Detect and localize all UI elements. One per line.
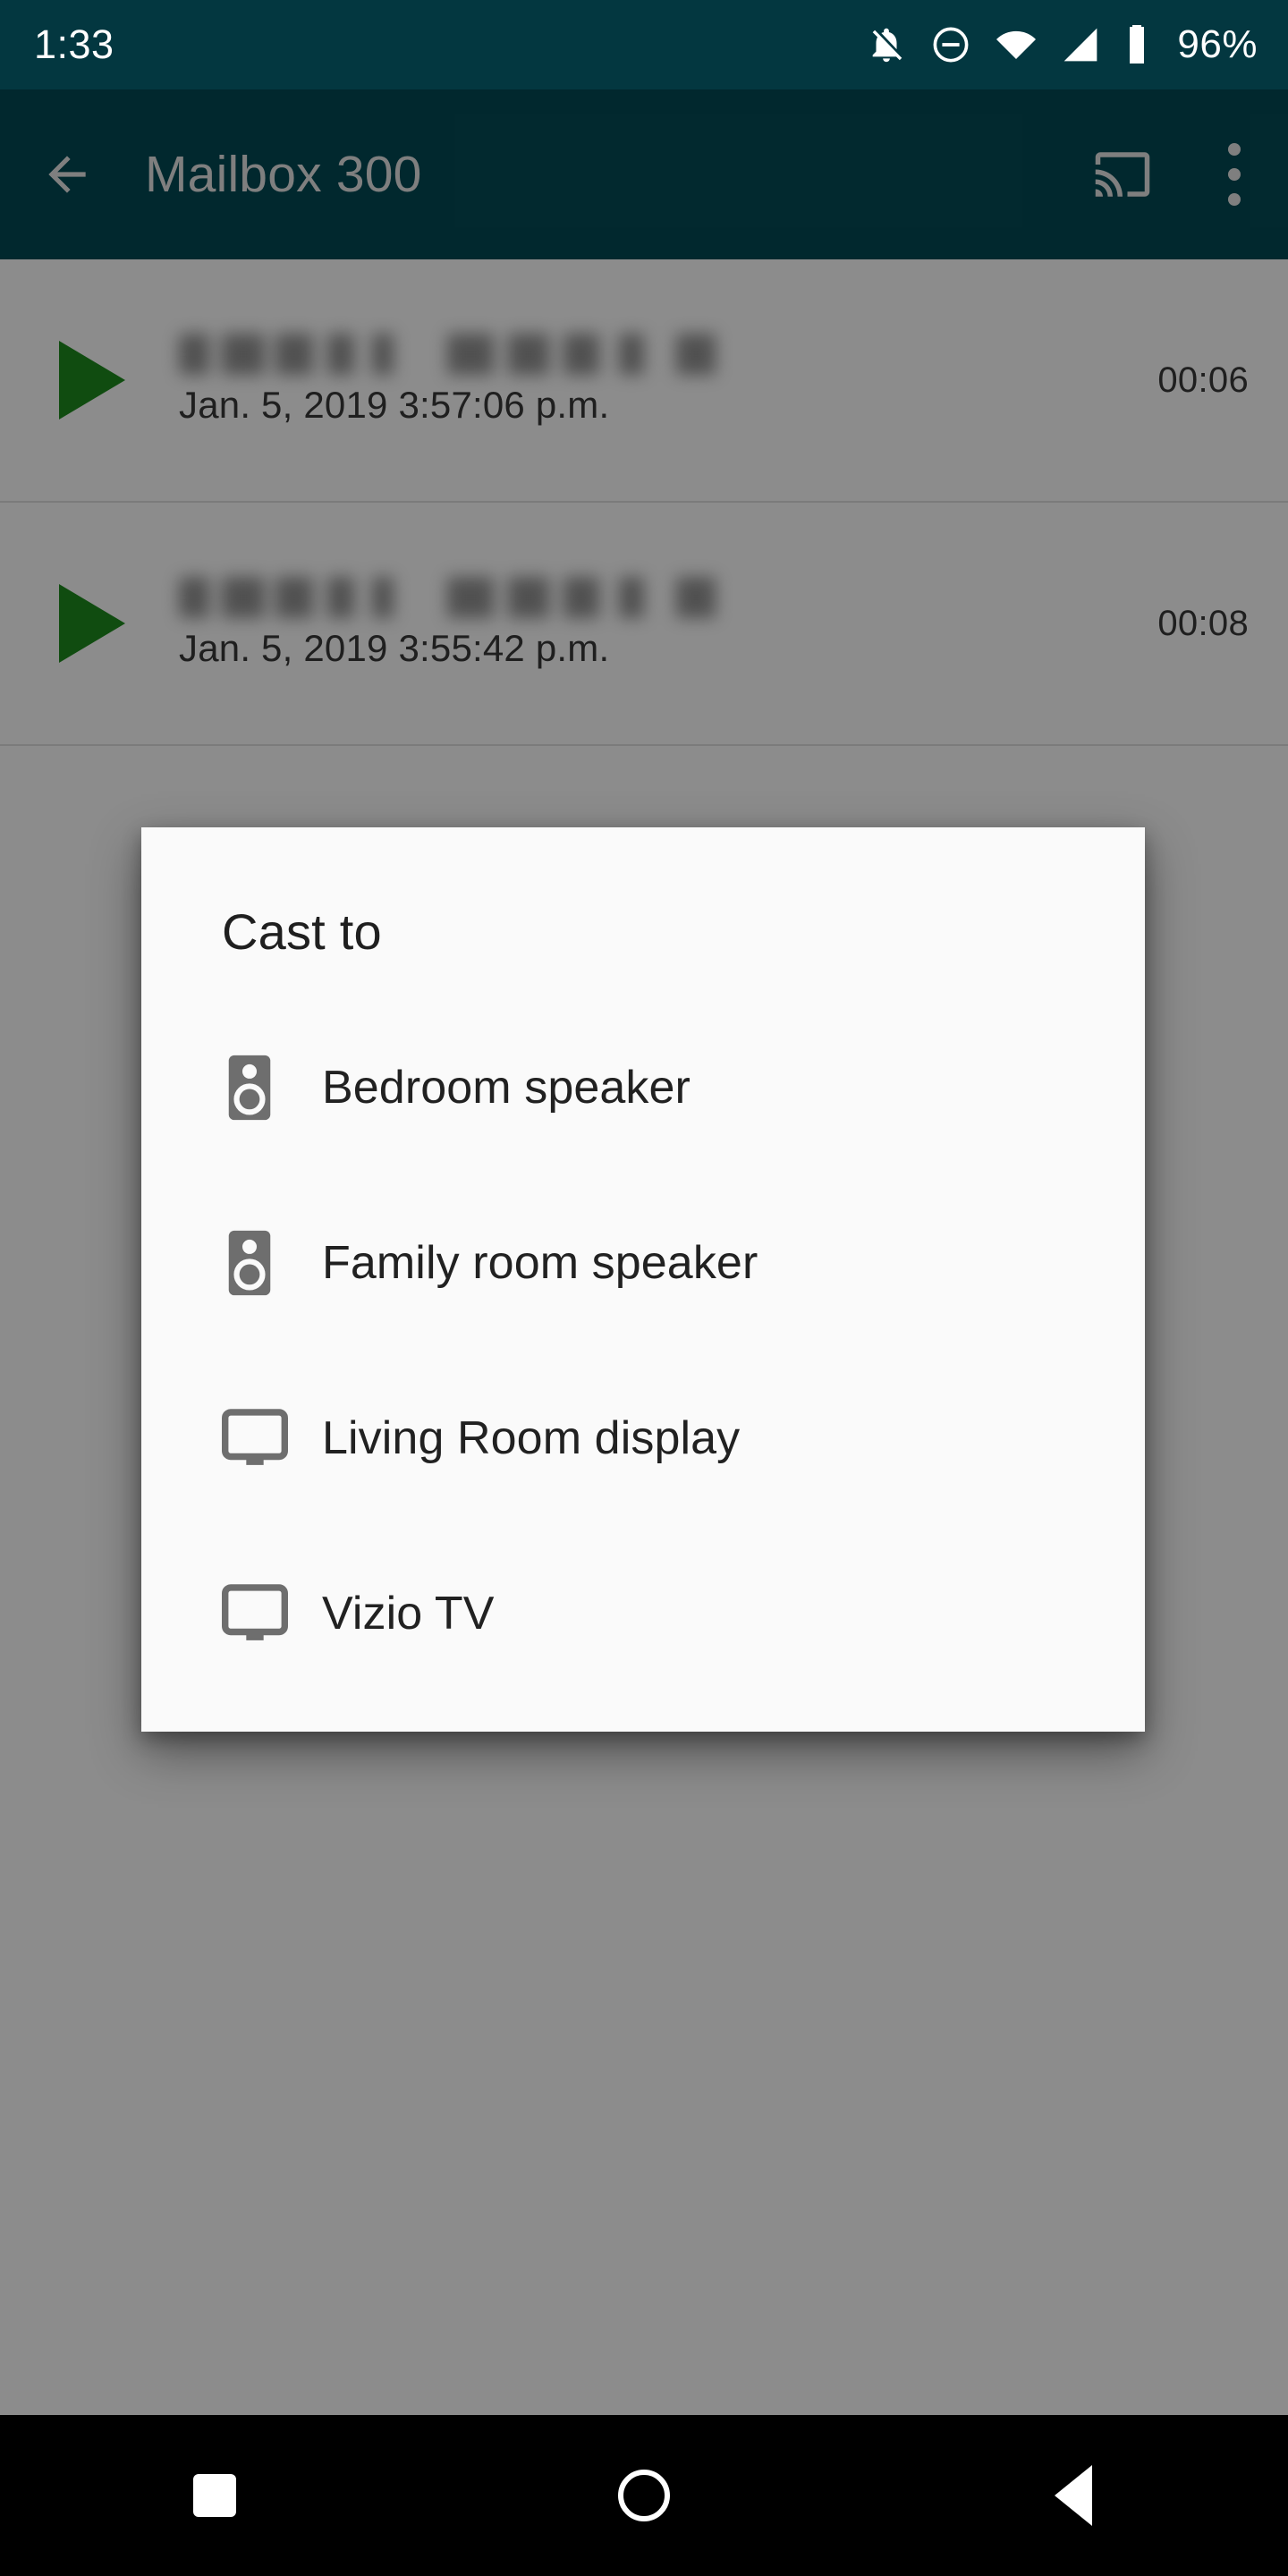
speaker-icon <box>222 1228 322 1298</box>
back-nav-button[interactable] <box>957 2415 1190 2576</box>
notifications-off-icon <box>866 24 907 65</box>
battery-icon <box>1123 23 1150 66</box>
status-bar: 1:33 96% <box>0 0 1288 89</box>
cast-device-list: Bedroom speaker Family room speaker Livi… <box>141 1000 1145 1701</box>
status-icons: 96% <box>866 22 1258 67</box>
list-item[interactable]: Bedroom speaker <box>141 1000 1145 1175</box>
phone-screen: Jan. 5, 2019 3:57:06 p.m. 00:06 Jan. 5, … <box>0 0 1288 2576</box>
square-recents-icon <box>193 2474 236 2517</box>
dialog-title: Cast to <box>222 903 382 960</box>
display-icon <box>222 1584 322 1643</box>
battery-percent-label: 96% <box>1177 22 1258 66</box>
list-item[interactable]: Vizio TV <box>141 1526 1145 1701</box>
triangle-back-icon <box>1055 2465 1092 2526</box>
circle-home-icon <box>618 2470 670 2521</box>
device-label: Bedroom speaker <box>322 1062 691 1114</box>
navigation-bar <box>0 2415 1288 2576</box>
cellular-signal-icon <box>1061 25 1100 64</box>
device-label: Living Room display <box>322 1412 741 1464</box>
list-item[interactable]: Living Room display <box>141 1351 1145 1526</box>
wifi-icon <box>995 23 1038 66</box>
recents-button[interactable] <box>98 2415 331 2576</box>
device-label: Family room speaker <box>322 1237 758 1289</box>
display-icon <box>222 1409 322 1468</box>
status-clock: 1:33 <box>34 21 114 67</box>
home-button[interactable] <box>528 2415 760 2576</box>
do-not-disturb-icon <box>930 24 971 65</box>
speaker-icon <box>222 1053 322 1123</box>
cast-to-dialog: Cast to Bedroom speaker Family room spea… <box>141 827 1145 1732</box>
device-label: Vizio TV <box>322 1588 495 1640</box>
list-item[interactable]: Family room speaker <box>141 1175 1145 1351</box>
